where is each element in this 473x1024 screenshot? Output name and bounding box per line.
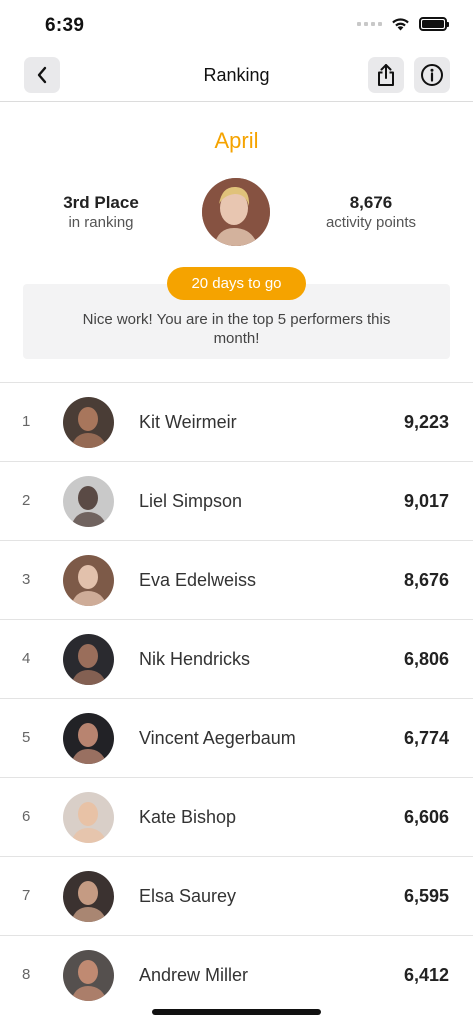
member-name: Andrew Miller	[139, 965, 249, 985]
member-points: 9,017	[403, 491, 449, 511]
ranking-row[interactable]: 7 Elsa Saurey 6,595	[0, 856, 473, 935]
member-name: Kit Weirmeir	[139, 412, 237, 432]
rank-number: 1	[22, 413, 31, 430]
rank-number: 7	[22, 887, 31, 904]
member-points: 6,774	[403, 728, 449, 748]
message-text: Nice work! You are in the top 5 performe…	[82, 311, 391, 347]
share-button[interactable]	[368, 57, 404, 93]
member-points: 6,806	[403, 649, 449, 669]
member-name: Nik Hendricks	[139, 649, 251, 669]
rank-number: 4	[22, 650, 31, 667]
member-name: Liel Simpson	[139, 491, 243, 511]
days-to-go-badge: 20 days to go	[167, 267, 306, 300]
member-name: Eva Edelweiss	[139, 570, 257, 590]
ranking-row[interactable]: 2 Liel Simpson 9,017	[0, 461, 473, 540]
rank-number: 8	[22, 966, 31, 983]
ranking-row[interactable]: 8 Andrew Miller 6,412	[0, 935, 473, 1014]
member-points: 6,606	[403, 807, 449, 827]
points-value: 8,676	[349, 193, 393, 212]
status-bar: 6:39	[0, 0, 473, 50]
ranking-row[interactable]: 4 Nik Hendricks 6,806	[0, 619, 473, 698]
avatar	[63, 871, 114, 922]
ranking-row[interactable]: 1 Kit Weirmeir 9,223	[0, 382, 473, 461]
place-value: 3rd Place	[63, 193, 139, 212]
rank-number: 6	[22, 808, 31, 825]
points-label: activity points	[325, 214, 417, 231]
member-name: Vincent Aegerbaum	[139, 728, 296, 748]
avatar	[63, 397, 114, 448]
ranking-row[interactable]: 6 Kate Bishop 6,606	[0, 777, 473, 856]
wifi-icon	[392, 18, 409, 31]
member-points: 6,595	[403, 886, 449, 906]
member-points: 6,412	[403, 965, 449, 985]
rank-number: 2	[22, 492, 31, 509]
info-icon	[421, 64, 443, 86]
place-stat: 3rd Place in ranking	[21, 193, 181, 233]
member-name: Elsa Saurey	[139, 886, 237, 906]
home-indicator	[152, 1009, 321, 1015]
member-points: 9,223	[403, 412, 449, 432]
member-name: Kate Bishop	[139, 807, 237, 827]
avatar	[63, 950, 114, 1001]
status-time: 6:39	[45, 15, 85, 36]
month-title: April	[214, 128, 259, 153]
avatar	[63, 713, 114, 764]
avatar	[63, 634, 114, 685]
avatar	[63, 476, 114, 527]
ranking-row[interactable]: 3 Eva Edelweiss 8,676	[0, 540, 473, 619]
status-icons	[357, 17, 449, 31]
battery-icon	[419, 17, 449, 31]
ranking-row[interactable]: 5 Vincent Aegerbaum 6,774	[0, 698, 473, 777]
avatar	[63, 555, 114, 606]
nav-bar: Ranking	[0, 52, 473, 102]
share-icon	[378, 64, 394, 86]
points-stat: 8,676 activity points	[291, 193, 451, 233]
ranking-list: 1 Kit Weirmeir 9,223 2 Liel Simpson 9,017 3 Eva…	[0, 382, 473, 1014]
avatar	[63, 792, 114, 843]
rank-number: 3	[22, 571, 31, 588]
member-points: 8,676	[403, 570, 449, 590]
user-avatar	[202, 178, 270, 246]
cellular-signal-icon	[357, 22, 382, 26]
info-button[interactable]	[414, 57, 450, 93]
place-label: in ranking	[68, 214, 134, 231]
rank-number: 5	[22, 729, 31, 746]
